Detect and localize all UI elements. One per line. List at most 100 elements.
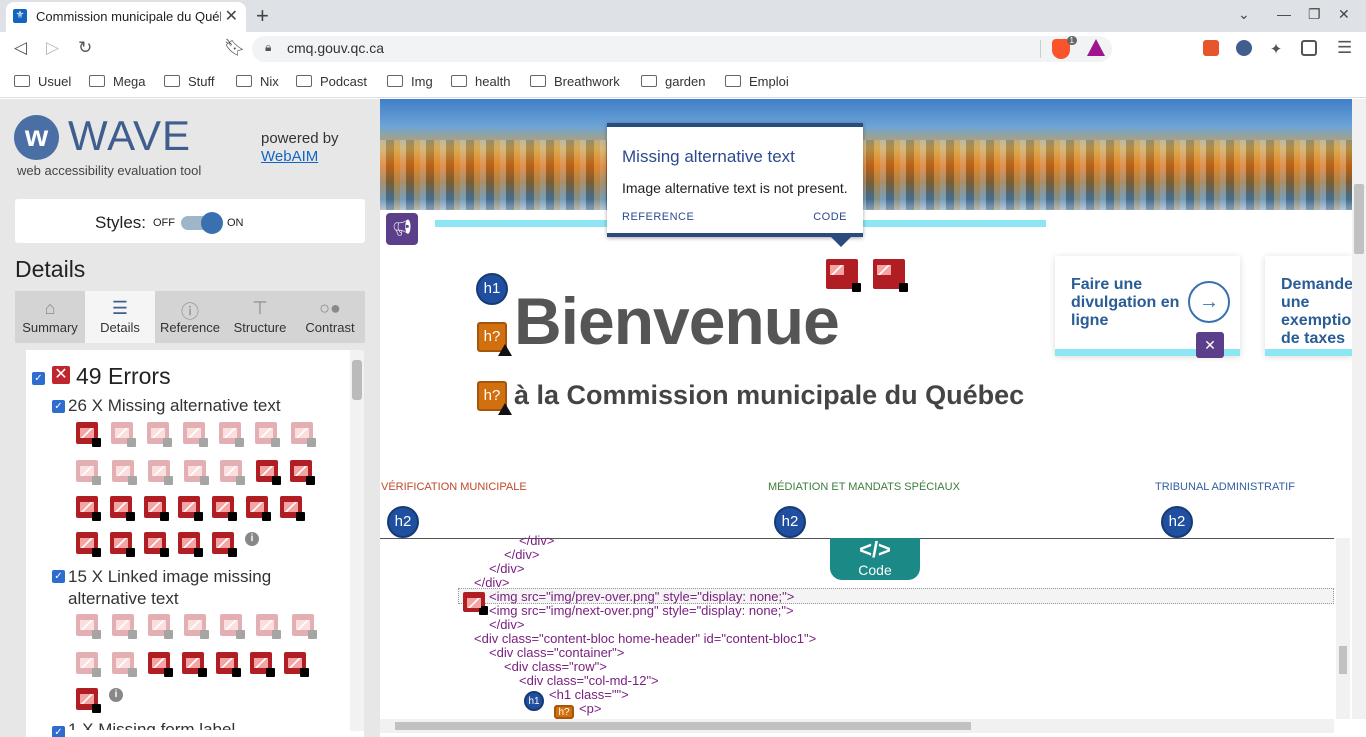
popup-reference-link[interactable]: REFERENCE [622,211,694,223]
brave-shields-icon[interactable]: 1 [1052,36,1077,59]
linked-image-icon[interactable] [148,652,173,677]
close-window-button[interactable]: ✕ [1338,6,1350,23]
missing-alt-icon[interactable] [291,422,316,447]
linked-image-icon[interactable] [184,614,209,639]
missing-alt-icon[interactable] [178,496,203,521]
missing-alt-icon[interactable] [178,532,203,557]
possible-heading-icon[interactable]: h? [477,322,512,356]
page-scrollbar[interactable] [1352,99,1366,719]
missing-alt-icon[interactable] [76,460,101,485]
address-bar[interactable]: 🔒︎ cmq.gouv.qc.ca 1 [252,36,1112,62]
missing-alt-icon[interactable] [826,259,861,292]
missing-alt-icon[interactable] [76,496,101,521]
missing-alt-icon[interactable] [280,496,305,521]
bookmark-folder[interactable]: Podcast [296,74,367,89]
missing-alt-icon[interactable] [246,496,271,521]
browser-tab[interactable]: ⚜ Commission municipale du Québec ✕ [6,2,246,32]
tab-details[interactable]: ☰ Details [85,291,155,343]
missing-label-checkbox[interactable]: ✓ [52,726,65,737]
popup-code-link[interactable]: CODE [813,211,847,223]
missing-alt-icon[interactable] [184,460,209,485]
code-horizontal-scrollbar[interactable] [380,719,1334,733]
details-scrollbar[interactable] [350,350,364,731]
code-vertical-scrollbar[interactable] [1336,538,1350,719]
linked-image-checkbox[interactable]: ✓ [52,570,65,583]
tab-search-icon[interactable]: ⌄ [1238,6,1250,23]
missing-alt-icon[interactable] [873,259,908,292]
section-tribunal[interactable]: TRIBUNAL ADMINISTRATIF [1155,481,1295,493]
extensions-puzzle-icon[interactable]: ✦ [1268,40,1284,58]
possible-heading-icon[interactable]: h? [477,381,512,415]
linked-image-icon[interactable] [112,614,137,639]
new-tab-button[interactable]: + [256,3,269,29]
menu-icon[interactable]: ☰ [1337,38,1352,58]
missing-alt-icon[interactable] [111,422,136,447]
linked-image-icon[interactable] [148,614,173,639]
bookmark-folder[interactable]: Stuff [164,74,215,89]
linked-image-icon[interactable] [76,688,101,713]
missing-alt-icon[interactable] [255,422,280,447]
section-verification[interactable]: VÉRIFICATION MUNICIPALE [381,481,527,493]
missing-alt-icon[interactable] [76,532,101,557]
missing-alt-icon[interactable] [144,496,169,521]
styles-toggle[interactable] [181,212,223,234]
missing-alt-icon[interactable] [220,460,245,485]
missing-alt-icon[interactable] [212,532,237,557]
linked-image-icon[interactable] [284,652,309,677]
linked-image-icon[interactable] [220,614,245,639]
linked-image-icon[interactable] [250,652,275,677]
minimize-button[interactable]: — [1277,6,1291,22]
tab-summary[interactable]: ⌂ Summary [15,291,85,343]
missing-alt-icon[interactable] [110,496,135,521]
bookmark-folder[interactable]: Mega [89,74,146,89]
missing-alt-icon[interactable] [144,532,169,557]
linked-image-icon[interactable] [76,614,101,639]
bookmark-folder[interactable]: Breathwork [530,74,620,89]
restore-button[interactable]: ❐ [1308,6,1321,23]
h1-icon[interactable]: h1 [476,273,508,305]
missing-alt-icon[interactable] [256,460,281,485]
h2-icon[interactable]: h2 [774,506,806,538]
forward-icon[interactable]: ▷ [46,38,59,58]
bookmark-folder[interactable]: Img [387,74,433,89]
missing-alt-icon[interactable] [219,422,244,447]
possible-heading-icon[interactable]: h? [554,705,574,719]
missing-alt-icon[interactable] [183,422,208,447]
errors-checkbox[interactable]: ✓ [32,372,45,385]
missing-alt-icon[interactable] [112,460,137,485]
exemption-card[interactable]: Demander une exemption de taxes [1265,256,1352,356]
info-icon[interactable]: i [245,532,259,546]
h2-icon[interactable]: h2 [387,506,419,538]
tab-reference[interactable]: ⓘ Reference [155,291,225,343]
tab-structure[interactable]: ⊤ Structure [225,291,295,343]
missing-alt-icon[interactable] [212,496,237,521]
missing-alt-icon[interactable] [290,460,315,485]
wallet-icon[interactable] [1301,40,1317,56]
missing-alt-icon[interactable] [110,532,135,557]
back-icon[interactable]: ◁ [14,38,27,58]
bookmark-folder[interactable]: Emploi [725,74,789,89]
missing-alt-checkbox[interactable]: ✓ [52,400,65,413]
code-toggle-button[interactable]: </> Code [830,538,920,580]
section-mediation[interactable]: MÉDIATION ET MANDATS SPÉCIAUX [768,481,960,493]
webaim-link[interactable]: WebAIM [261,148,318,165]
h1-icon[interactable]: h1 [524,691,544,711]
linked-image-icon[interactable] [256,614,281,639]
linked-image-icon[interactable] [292,614,317,639]
missing-alt-icon[interactable] [76,422,101,447]
reload-icon[interactable]: ↻ [78,38,92,58]
arrow-right-icon[interactable]: → [1188,281,1230,323]
linked-image-icon[interactable] [216,652,241,677]
close-tab-icon[interactable]: ✕ [225,6,238,26]
wave-extension-icon[interactable] [1236,40,1252,56]
bookmark-folder[interactable]: garden [641,74,705,89]
missing-alt-icon[interactable] [463,592,488,615]
linked-image-icon[interactable] [112,652,137,677]
bookmark-icon[interactable]: 🔖︎ [224,38,246,58]
bookmark-folder[interactable]: Nix [236,74,279,89]
missing-alt-icon[interactable] [147,422,172,447]
megaphone-icon[interactable]: 📢︎ [386,213,418,245]
wave-x-icon[interactable]: ✕ [1196,332,1224,358]
h2-icon[interactable]: h2 [1161,506,1193,538]
info-icon[interactable]: i [109,688,123,702]
